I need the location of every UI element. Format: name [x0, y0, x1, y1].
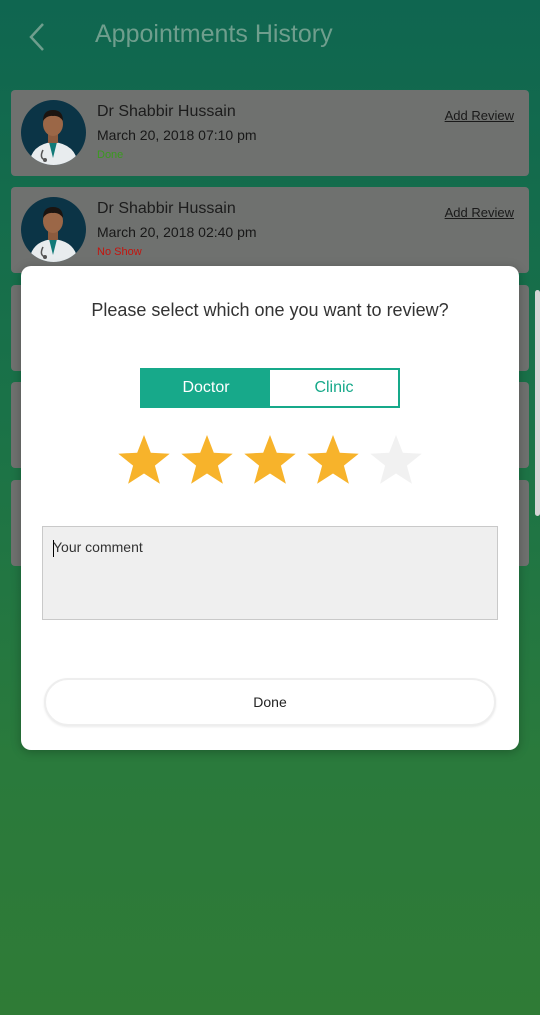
- back-button[interactable]: [24, 20, 54, 54]
- chevron-left-icon: [29, 23, 44, 51]
- doctor-avatar: [21, 100, 86, 165]
- add-review-link[interactable]: Add Review: [445, 205, 514, 220]
- appointment-datetime: March 20, 2018 07:10 pm: [97, 127, 257, 143]
- comment-field[interactable]: Your comment: [42, 526, 498, 620]
- appointment-status: No Show: [97, 246, 142, 258]
- add-review-link[interactable]: Add Review: [445, 108, 514, 123]
- toggle-doctor[interactable]: Doctor: [142, 370, 270, 406]
- review-target-toggle: Doctor Clinic: [140, 368, 400, 408]
- review-question: Please select which one you want to revi…: [91, 300, 449, 320]
- hidden-appointment-card: [519, 480, 529, 566]
- appointment-datetime: March 20, 2018 02:40 pm: [97, 224, 257, 240]
- hidden-appointment-card: [11, 382, 21, 468]
- star-filled-icon[interactable]: [241, 432, 299, 490]
- scrollbar[interactable]: [535, 290, 540, 516]
- appointment-status: Done: [97, 149, 124, 161]
- hidden-appointment-card: [11, 480, 21, 566]
- hidden-appointment-card: [11, 285, 21, 371]
- appointment-card[interactable]: Dr Shabbir Hussain March 20, 2018 07:10 …: [11, 90, 529, 176]
- appointment-card[interactable]: Dr Shabbir Hussain March 20, 2018 02:40 …: [11, 187, 529, 273]
- star-filled-icon[interactable]: [178, 432, 236, 490]
- page-title: Appointments History: [95, 20, 333, 48]
- hidden-appointment-card: [519, 285, 529, 371]
- doctor-name: Dr Shabbir Hussain: [97, 103, 236, 120]
- hidden-appointment-card: [519, 382, 529, 468]
- toggle-clinic[interactable]: Clinic: [270, 370, 398, 406]
- doctor-avatar: [21, 197, 86, 262]
- doctor-name: Dr Shabbir Hussain: [97, 200, 236, 217]
- star-rating: [115, 432, 435, 490]
- done-button[interactable]: Done: [44, 678, 496, 726]
- review-dialog: Please select which one you want to revi…: [21, 266, 519, 750]
- star-filled-icon[interactable]: [304, 432, 362, 490]
- star-empty-icon[interactable]: [367, 432, 425, 490]
- app-header: Appointments History: [0, 0, 540, 75]
- star-filled-icon[interactable]: [115, 432, 173, 490]
- comment-placeholder: Your comment: [53, 539, 143, 555]
